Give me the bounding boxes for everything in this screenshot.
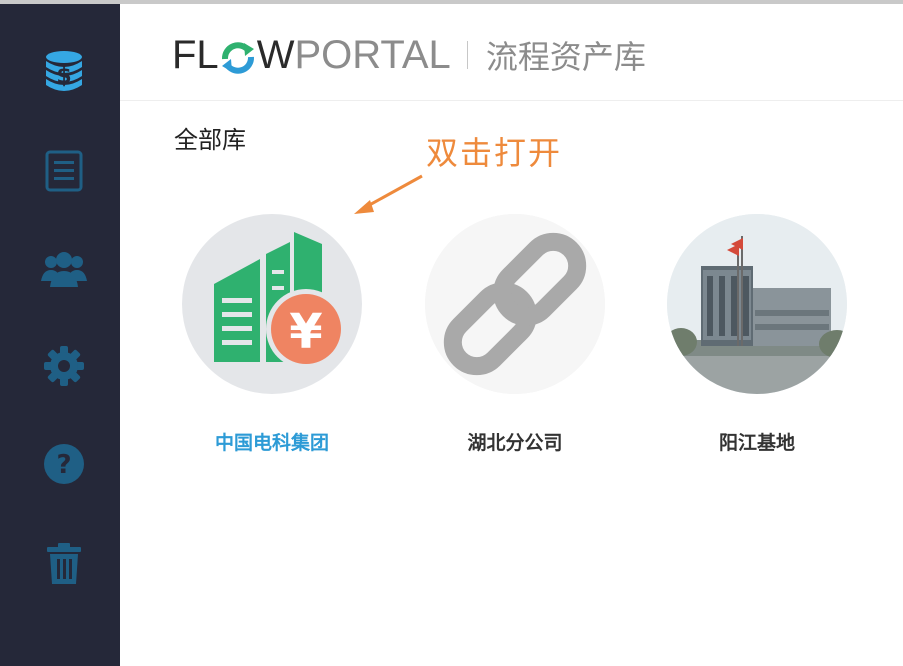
help-icon: ? bbox=[43, 443, 85, 489]
database-dollar-icon: $ bbox=[44, 49, 84, 97]
library-label: 阳江基地 bbox=[718, 432, 795, 454]
chain-link-icon bbox=[425, 214, 605, 394]
library-tile-hubei[interactable]: 湖北分公司 bbox=[425, 214, 605, 455]
logo-portal-text: PORTAL bbox=[294, 32, 451, 77]
section-title: 全部库 bbox=[174, 126, 246, 154]
logo-flow-text: FL bbox=[172, 32, 219, 77]
building-yuan-icon: ¥ bbox=[182, 214, 362, 394]
svg-text:¥: ¥ bbox=[289, 304, 322, 360]
sidebar-item-documents[interactable] bbox=[40, 149, 88, 197]
sidebar: $ ? bbox=[0, 4, 120, 666]
library-label: 湖北分公司 bbox=[467, 432, 563, 454]
trash-icon bbox=[46, 542, 82, 590]
sidebar-item-settings[interactable] bbox=[40, 344, 88, 392]
svg-text:?: ? bbox=[56, 450, 71, 480]
flowportal-logo: FL W PORTAL 流程资产库 bbox=[172, 32, 646, 78]
library-label: 中国电科集团 bbox=[214, 432, 329, 454]
svg-text:$: $ bbox=[56, 64, 71, 89]
logo-o-arrows-icon bbox=[220, 37, 256, 77]
gear-icon bbox=[43, 345, 85, 391]
logo-w-text: W bbox=[256, 32, 295, 77]
sidebar-item-users[interactable] bbox=[40, 247, 88, 295]
library-tile-yangjiang[interactable]: 阳江基地 bbox=[667, 214, 847, 455]
double-click-hint: 双击打开 bbox=[426, 134, 563, 172]
sidebar-item-help[interactable]: ? bbox=[40, 442, 88, 490]
factory-photo-icon bbox=[667, 214, 847, 394]
sidebar-item-asset-library[interactable]: $ bbox=[40, 49, 88, 97]
users-group-icon bbox=[40, 249, 88, 293]
hint-arrow-icon bbox=[354, 174, 423, 214]
document-list-icon bbox=[44, 150, 84, 196]
library-tile-cetc[interactable]: ¥ 中国电科集团 bbox=[182, 214, 362, 455]
sidebar-item-recycle-bin[interactable] bbox=[40, 542, 88, 590]
app-header: FL W PORTAL 流程资产库 bbox=[120, 4, 903, 101]
app-subtitle: 流程资产库 bbox=[485, 38, 646, 76]
logo-divider bbox=[466, 41, 468, 69]
